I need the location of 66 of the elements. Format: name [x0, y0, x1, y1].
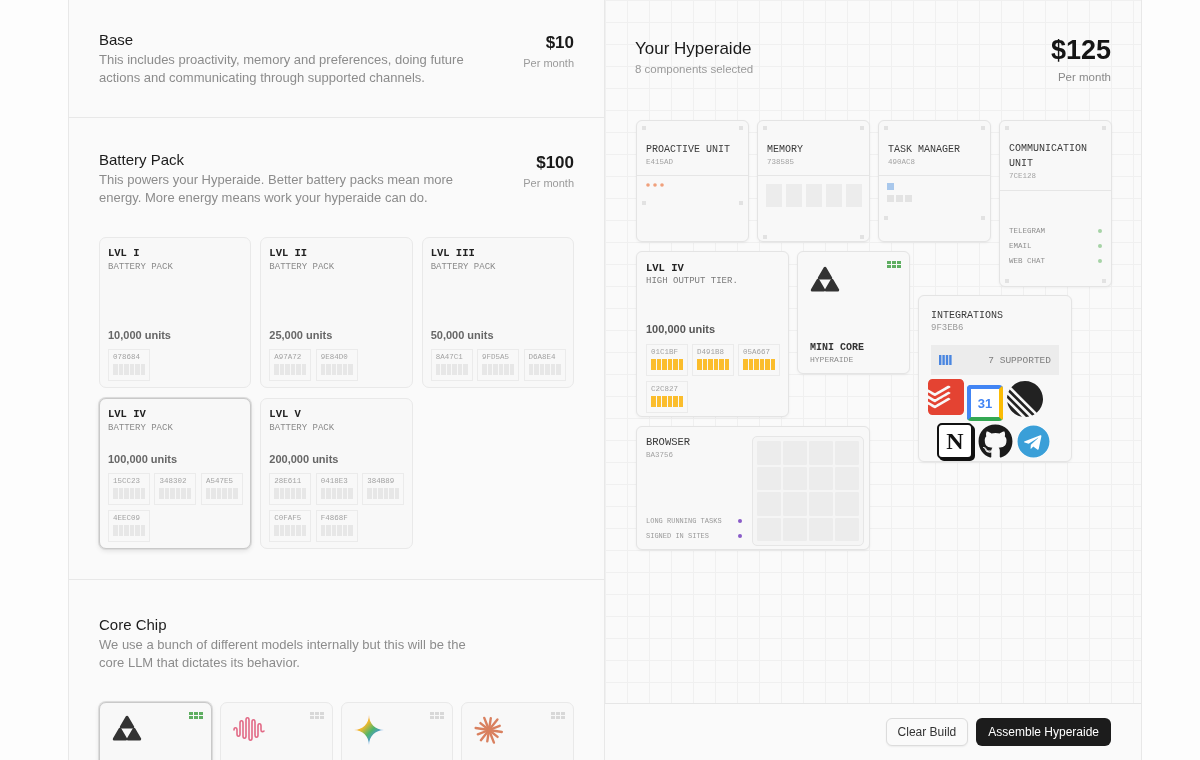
asterisk-logo-icon	[474, 715, 505, 745]
component-title: MEMORY	[767, 143, 804, 157]
component-title: LVL IV	[646, 261, 685, 275]
build-price: $125	[1050, 34, 1111, 66]
section-description: This powers your Hyperaide. Better battery packs mean more energy. More energy means work your hyperaide can do.	[99, 171, 455, 207]
triangle-logo-icon	[810, 266, 840, 292]
capacity-text: 200,000 units	[269, 452, 340, 466]
triangle-logo-icon	[112, 715, 142, 741]
supported-count: 7 SUPPORTED	[988, 354, 1051, 366]
assemble-button[interactable]: Assemble Hyperaide	[976, 718, 1111, 746]
build-subtitle: 8 components selected	[635, 62, 754, 77]
component-subtitle: HIGH OUTPUT TIER.	[646, 275, 739, 287]
grid-dots-icon	[188, 712, 203, 719]
component-subtitle: HYPERAIDE	[810, 354, 855, 365]
grid-dots-icon	[430, 712, 445, 719]
stacked-chevrons-icon	[928, 379, 964, 415]
capacity-text: 100,000 units	[646, 322, 717, 336]
capacity-text: 10,000 units	[108, 328, 172, 342]
option-subtitle: BATTERY PACK	[269, 422, 336, 435]
segmented-bar-icon	[743, 359, 775, 370]
option-subtitle: BATTERY PACK	[108, 422, 174, 435]
segmented-bar-icon	[651, 359, 683, 370]
component-title: INTEGRATIONS	[931, 309, 1004, 323]
wave-logo-icon	[232, 715, 265, 743]
segmented-bar-icon	[697, 359, 729, 370]
price-period: Per month	[1057, 70, 1111, 85]
option-title: LVL II	[269, 246, 309, 260]
section-price: $100	[536, 152, 574, 174]
option-title: LVL I	[108, 246, 141, 260]
grid-dots-icon	[309, 712, 324, 719]
option-subtitle: BATTERY PACK	[430, 261, 497, 274]
task-squares-icon	[887, 183, 912, 202]
calendar-logo: 31	[967, 385, 1003, 421]
capacity-text: 50,000 units	[430, 328, 495, 342]
grid-dots-icon	[551, 712, 565, 719]
section-title: Core Chip	[99, 615, 168, 635]
section-title: Battery Pack	[99, 150, 186, 170]
option-subtitle: BATTERY PACK	[269, 261, 336, 274]
letter-cube-logo: N	[937, 423, 973, 459]
option-title: LVL V	[269, 407, 302, 421]
component-title: TASK MANAGER	[888, 143, 961, 157]
component-code: 9F3EB6	[931, 323, 965, 334]
build-title: Your Hyperaide	[635, 38, 753, 60]
core-option-card[interactable]	[99, 702, 212, 760]
grid-dots-icon	[887, 261, 901, 268]
option-title: LVL IV	[108, 407, 147, 421]
capacity-text: 25,000 units	[269, 328, 334, 342]
segmented-bar-icon	[651, 396, 683, 407]
price-period: Per month	[523, 56, 574, 70]
price-period: Per month	[523, 176, 574, 190]
clear-build-button[interactable]: Clear Build	[885, 718, 969, 746]
section-description: We use a bunch of different models internally but this will be the core LLM that dictates its behavior.	[99, 636, 467, 672]
section-price: $10	[545, 32, 574, 54]
section-title: Base	[99, 30, 135, 50]
bars-icon	[939, 355, 952, 365]
option-title: LVL III	[430, 246, 476, 260]
component-title: PROACTIVE UNIT	[646, 143, 731, 157]
paper-plane-icon	[1017, 425, 1050, 458]
three-dots-icon	[646, 183, 664, 187]
section-description: This includes proactivity, memory and preferences, doing future actions and communicating through supported channels.	[99, 51, 465, 87]
cat-silhouette-icon	[978, 424, 1013, 459]
option-subtitle: BATTERY PACK	[108, 261, 174, 274]
component-title: MINI CORE	[810, 341, 865, 354]
component-title: BROWSER	[646, 435, 692, 450]
capacity-text: 100,000 units	[108, 452, 179, 466]
component-title: COMMUNICATION UNIT	[1009, 142, 1088, 171]
